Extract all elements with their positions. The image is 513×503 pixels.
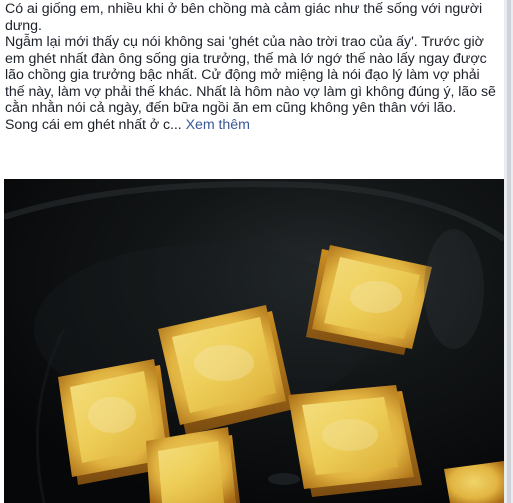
post-text: Có ai giống em, nhiều khi ở bên chồng mà… (5, 1, 499, 133)
post-paragraph-2: Ngẫm lại mới thấy cụ nói không sai 'ghét… (5, 34, 496, 116)
fried-tofu-photo (4, 179, 504, 503)
post-paragraph-1: Có ai giống em, nhiều khi ở bên chồng mà… (5, 1, 483, 34)
post-card: Có ai giống em, nhiều khi ở bên chồng mà… (0, 0, 504, 503)
post-image[interactable] (4, 179, 504, 503)
post-paragraph-3: Song cái em ghét nhất ở c... Xem thêm (5, 117, 499, 134)
scrollbar-thumb[interactable] (507, 0, 511, 503)
see-more-link[interactable]: Xem thêm (186, 117, 250, 133)
post-truncated-text: Song cái em ghét nhất ở c... (5, 116, 182, 133)
tofu-piece (288, 385, 422, 497)
